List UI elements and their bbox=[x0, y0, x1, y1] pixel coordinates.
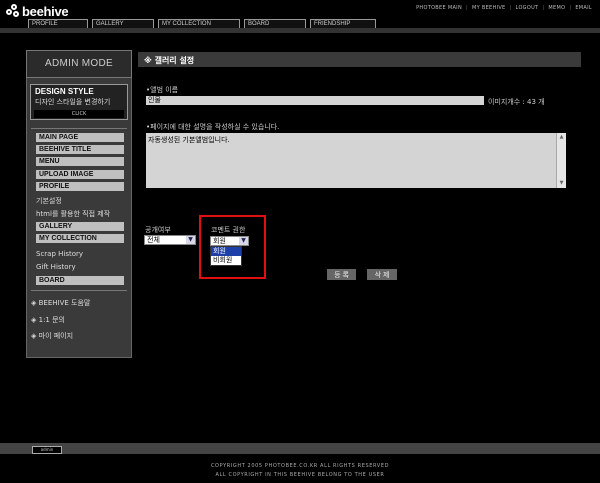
sidebar-divider bbox=[31, 290, 127, 291]
design-style-subtitle: 디자인 스타일을 변경하기 bbox=[35, 98, 111, 106]
sidebar-help-label: BEEHIVE 도움말 bbox=[38, 299, 91, 307]
diamond-bullet-icon: ◈ bbox=[31, 332, 37, 340]
album-name-input[interactable] bbox=[146, 96, 484, 105]
sidebar-link-basic-settings[interactable]: 기본설정 bbox=[36, 196, 62, 206]
sidebar-link-html-custom[interactable]: html를 활용한 직접 제작 bbox=[36, 209, 110, 219]
public-select-value: 전체 bbox=[147, 236, 160, 244]
sidebar-link-scrap-history[interactable]: Scrap History bbox=[36, 250, 83, 258]
design-style-title: DESIGN STYLE bbox=[35, 87, 94, 96]
sidebar-beehive-title[interactable]: BEEHIVE TITLE bbox=[36, 145, 124, 154]
sidebar-profile[interactable]: PROFILE bbox=[36, 182, 124, 191]
beehive-logo-icon bbox=[6, 4, 20, 18]
admin-footer-button[interactable]: admin bbox=[32, 446, 62, 454]
diamond-bullet-icon: ◈ bbox=[31, 316, 37, 324]
sidebar-link-gift-history[interactable]: Gift History bbox=[36, 263, 76, 271]
page-title-text: 갤러리 설정 bbox=[154, 56, 195, 65]
sidebar-menu[interactable]: MENU bbox=[36, 157, 124, 166]
beehive-logo[interactable]: beehive bbox=[6, 3, 69, 19]
sidebar-mypage-link[interactable]: ◈ 마이 페이지 bbox=[31, 331, 73, 341]
sidebar-divider bbox=[31, 128, 127, 129]
admin-mode-header: ADMIN MODE bbox=[26, 50, 132, 78]
sidebar-inquiry-label: 1:1 문의 bbox=[38, 316, 65, 324]
diamond-bullet-icon: ◈ bbox=[31, 299, 37, 307]
header-strip bbox=[0, 28, 600, 33]
top-link-memo[interactable]: MEMO bbox=[548, 5, 565, 11]
top-link-email[interactable]: EMAIL bbox=[575, 5, 592, 11]
delete-button[interactable]: 삭 제 bbox=[367, 269, 397, 280]
image-count: 이미지개수 : 43 개 bbox=[488, 98, 545, 106]
highlight-box bbox=[199, 215, 266, 279]
page-title-bar bbox=[138, 52, 581, 67]
logo-text: beehive bbox=[22, 3, 69, 19]
chevron-down-icon[interactable]: ▼ bbox=[186, 236, 195, 244]
description-label: •페이지에 대한 설명을 작성하실 수 있습니다. bbox=[146, 123, 280, 131]
top-link-my-beehive[interactable]: MY BEEHIVE bbox=[472, 5, 506, 11]
page-title: ※ 갤러리 설정 bbox=[144, 55, 194, 66]
footer-bar bbox=[0, 443, 600, 454]
copyright-line-2: ALL COPYRIGHT IN THIS BEEHIVE BELONG TO … bbox=[215, 472, 385, 478]
sidebar-gallery[interactable]: GALLERY bbox=[36, 222, 124, 231]
sidebar-help-link[interactable]: ◈ BEEHIVE 도움말 bbox=[31, 298, 90, 308]
top-link-logout[interactable]: LOGOUT bbox=[516, 5, 539, 11]
description-textarea[interactable]: 자동생성된 기본앨범입니다. bbox=[146, 133, 566, 188]
scroll-down-icon[interactable]: ▼ bbox=[558, 180, 565, 187]
scroll-up-icon[interactable]: ▲ bbox=[558, 134, 565, 141]
title-bullet-icon: ※ bbox=[144, 56, 152, 65]
top-links: PHOTOBEE MAIN | MY BEEHIVE | LOGOUT | MEMO |… bbox=[416, 5, 592, 11]
design-click-button[interactable]: CLICK bbox=[34, 110, 124, 118]
register-button[interactable]: 등 록 bbox=[327, 269, 356, 280]
copyright-line-1: COPYRIGHT 2005 PHOTOBEE.CO.KR ALL RIGHTS… bbox=[210, 463, 390, 469]
public-select[interactable]: 전체 ▼ bbox=[144, 235, 196, 245]
sidebar-my-collection[interactable]: MY COLLECTION bbox=[36, 234, 124, 243]
sidebar-inquiry-link[interactable]: ◈ 1:1 문의 bbox=[31, 315, 65, 325]
public-label: 공개여부 bbox=[145, 226, 171, 234]
description-scrollbar[interactable]: ▲ ▼ bbox=[556, 133, 566, 188]
sidebar-upload-image[interactable]: UPLOAD IMAGE bbox=[36, 170, 124, 179]
album-name-label: •앨범 이름 bbox=[146, 86, 179, 94]
sidebar-main-page[interactable]: MAIN PAGE bbox=[36, 133, 124, 142]
sidebar-mypage-label: 마이 페이지 bbox=[38, 332, 74, 340]
top-link-main[interactable]: PHOTOBEE MAIN bbox=[416, 5, 462, 11]
sidebar-board[interactable]: BOARD bbox=[36, 276, 124, 285]
